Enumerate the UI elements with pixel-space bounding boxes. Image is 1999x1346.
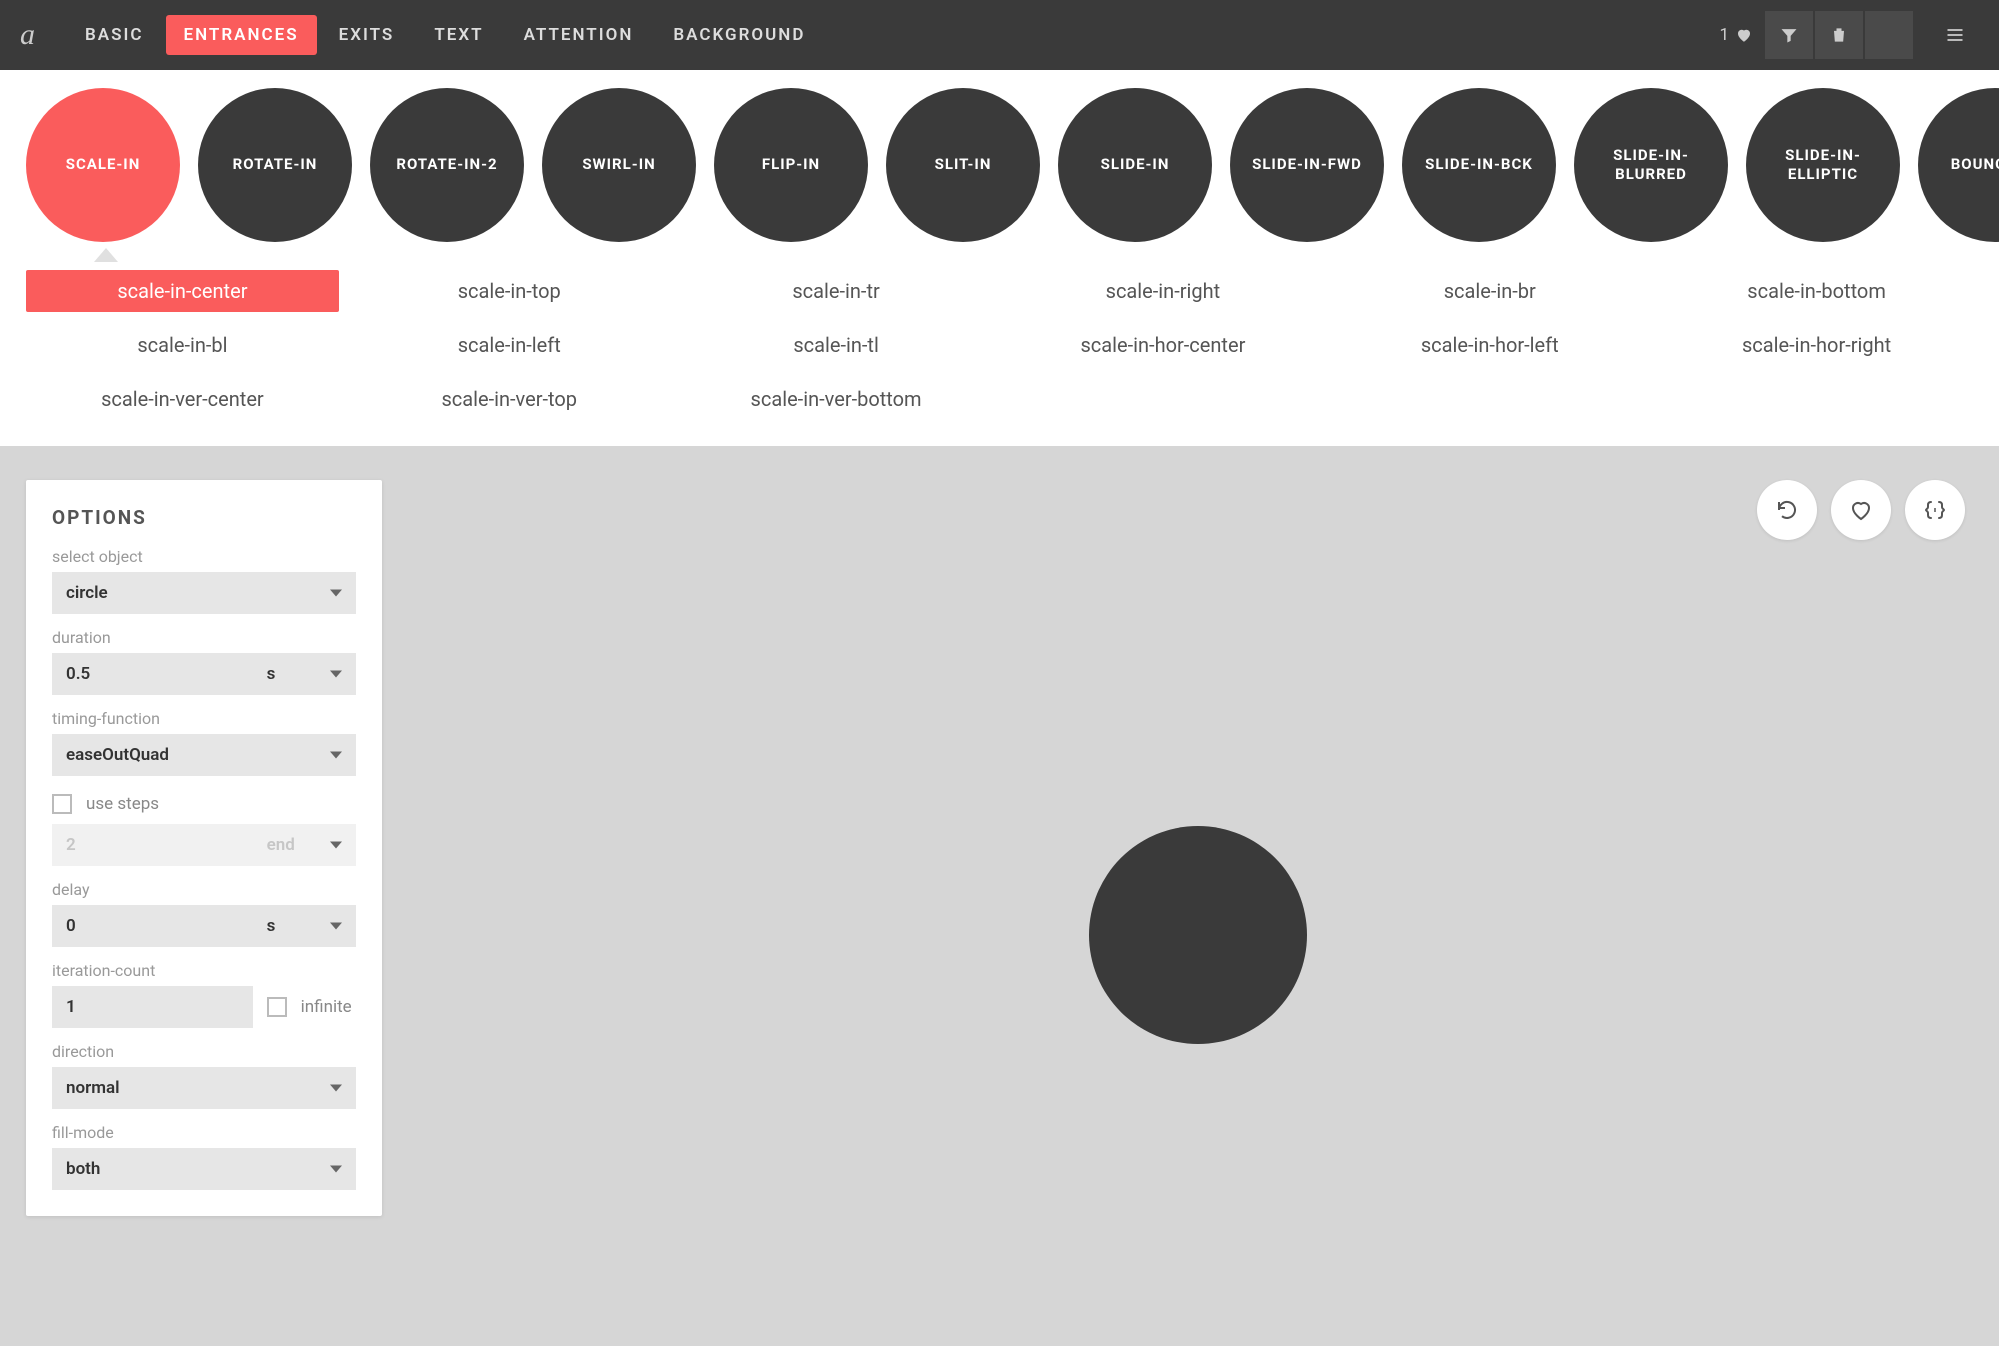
variant-scale-in-br[interactable]: scale-in-br <box>1333 270 1646 312</box>
anim-circle-scale-in[interactable]: SCALE-IN <box>26 88 180 242</box>
pointer-row <box>0 242 1999 260</box>
topbar-left: a BASICENTRANCESEXITSTEXTATTENTIONBACKGR… <box>20 15 823 55</box>
anim-circle-slide-in-bck[interactable]: SLIDE-IN-BCK <box>1402 88 1556 242</box>
steps-count-input[interactable] <box>52 824 253 866</box>
anim-circle-rotate-in-2[interactable]: ROTATE-IN-2 <box>370 88 524 242</box>
anim-circle-bounce-in[interactable]: BOUNCE-IN <box>1918 88 1999 242</box>
nav-tab-text[interactable]: TEXT <box>416 15 501 55</box>
anim-circle-slide-in-elliptic[interactable]: SLIDE-IN-ELLIPTIC <box>1746 88 1900 242</box>
nav-tab-basic[interactable]: BASIC <box>67 15 162 55</box>
variant-scale-in-ver-bottom[interactable]: scale-in-ver-bottom <box>680 378 993 420</box>
options-title: OPTIONS <box>52 506 356 529</box>
fill-mode-label: fill-mode <box>52 1123 356 1142</box>
variant-scale-in-hor-center[interactable]: scale-in-hor-center <box>1007 324 1320 366</box>
variant-scale-in-top[interactable]: scale-in-top <box>353 270 666 312</box>
use-steps-label: use steps <box>86 794 159 814</box>
nav-tab-background[interactable]: BACKGROUND <box>655 15 823 55</box>
delay-input[interactable] <box>52 905 253 947</box>
variant-scale-in-bl[interactable]: scale-in-bl <box>26 324 339 366</box>
use-steps-checkbox[interactable] <box>52 794 72 814</box>
variant-scale-in-ver-top[interactable]: scale-in-ver-top <box>353 378 666 420</box>
anim-circle-slide-in-blurred[interactable]: SLIDE-IN-BLURRED <box>1574 88 1728 242</box>
variant-scale-in-hor-left[interactable]: scale-in-hor-left <box>1333 324 1646 366</box>
variant-scale-in-hor-right[interactable]: scale-in-hor-right <box>1660 324 1973 366</box>
download-icon <box>1879 25 1899 45</box>
replay-button[interactable] <box>1757 480 1817 540</box>
heart-icon <box>1735 26 1753 44</box>
stage-buttons <box>1757 480 1965 540</box>
animation-circles-row: SCALE-INROTATE-INROTATE-IN-2SWIRL-INFLIP… <box>0 70 1999 242</box>
download-button[interactable] <box>1865 11 1913 59</box>
variant-scale-in-right[interactable]: scale-in-right <box>1007 270 1320 312</box>
nav-tab-attention[interactable]: ATTENTION <box>506 15 652 55</box>
select-object-label: select object <box>52 547 356 566</box>
code-button[interactable] <box>1905 480 1965 540</box>
variant-scale-in-center[interactable]: scale-in-center <box>26 270 339 312</box>
select-object-dropdown[interactable] <box>52 572 356 614</box>
variant-scale-in-left[interactable]: scale-in-left <box>353 324 666 366</box>
nav-tabs: BASICENTRANCESEXITSTEXTATTENTIONBACKGROU… <box>67 15 823 55</box>
favorite-button[interactable] <box>1831 480 1891 540</box>
duration-label: duration <box>52 628 356 647</box>
duration-input[interactable] <box>52 653 253 695</box>
trash-icon <box>1829 25 1849 45</box>
heart-icon <box>1849 498 1873 522</box>
filter-button[interactable] <box>1765 11 1813 59</box>
code-braces-icon <box>1923 498 1947 522</box>
iteration-count-input[interactable] <box>52 986 253 1028</box>
topbar: a BASICENTRANCESEXITSTEXTATTENTIONBACKGR… <box>0 0 1999 70</box>
hamburger-icon <box>1945 25 1965 45</box>
anim-circle-slit-in[interactable]: SLIT-IN <box>886 88 1040 242</box>
anim-circle-flip-in[interactable]: FLIP-IN <box>714 88 868 242</box>
variant-scale-in-bottom[interactable]: scale-in-bottom <box>1660 270 1973 312</box>
timing-function-label: timing-function <box>52 709 356 728</box>
direction-dropdown[interactable] <box>52 1067 356 1109</box>
preview-object-circle <box>1089 826 1307 1044</box>
duration-unit-dropdown[interactable] <box>253 653 356 695</box>
anim-circle-rotate-in[interactable]: ROTATE-IN <box>198 88 352 242</box>
stage: OPTIONS select object duration timing-fu… <box>0 446 1999 1346</box>
delay-label: delay <box>52 880 356 899</box>
nav-tab-exits[interactable]: EXITS <box>321 15 413 55</box>
variants-grid: scale-in-center scale-in-top scale-in-tr sc… <box>0 260 1999 446</box>
filter-icon <box>1779 25 1799 45</box>
topbar-right: 1 <box>1719 11 1979 59</box>
active-pointer-icon <box>94 248 118 262</box>
delay-unit-dropdown[interactable] <box>253 905 356 947</box>
infinite-label: infinite <box>301 997 352 1017</box>
direction-label: direction <box>52 1042 356 1061</box>
fill-mode-dropdown[interactable] <box>52 1148 356 1190</box>
timing-function-dropdown[interactable] <box>52 734 356 776</box>
anim-circle-slide-in-fwd[interactable]: SLIDE-IN-FWD <box>1230 88 1384 242</box>
steps-position-dropdown[interactable] <box>253 824 356 866</box>
replay-icon <box>1775 498 1799 522</box>
variant-scale-in-tl[interactable]: scale-in-tl <box>680 324 993 366</box>
variant-scale-in-tr[interactable]: scale-in-tr <box>680 270 993 312</box>
nav-tab-entrances[interactable]: ENTRANCES <box>166 15 317 55</box>
fav-count-value: 1 <box>1719 25 1729 45</box>
delete-button[interactable] <box>1815 11 1863 59</box>
iteration-count-label: iteration-count <box>52 961 356 980</box>
logo[interactable]: a <box>20 18 35 52</box>
anim-circle-swirl-in[interactable]: SWIRL-IN <box>542 88 696 242</box>
anim-circle-slide-in[interactable]: SLIDE-IN <box>1058 88 1212 242</box>
options-panel: OPTIONS select object duration timing-fu… <box>26 480 382 1216</box>
infinite-checkbox[interactable] <box>267 997 287 1017</box>
menu-button[interactable] <box>1931 11 1979 59</box>
variant-scale-in-ver-center[interactable]: scale-in-ver-center <box>26 378 339 420</box>
favorites-count[interactable]: 1 <box>1719 25 1753 45</box>
